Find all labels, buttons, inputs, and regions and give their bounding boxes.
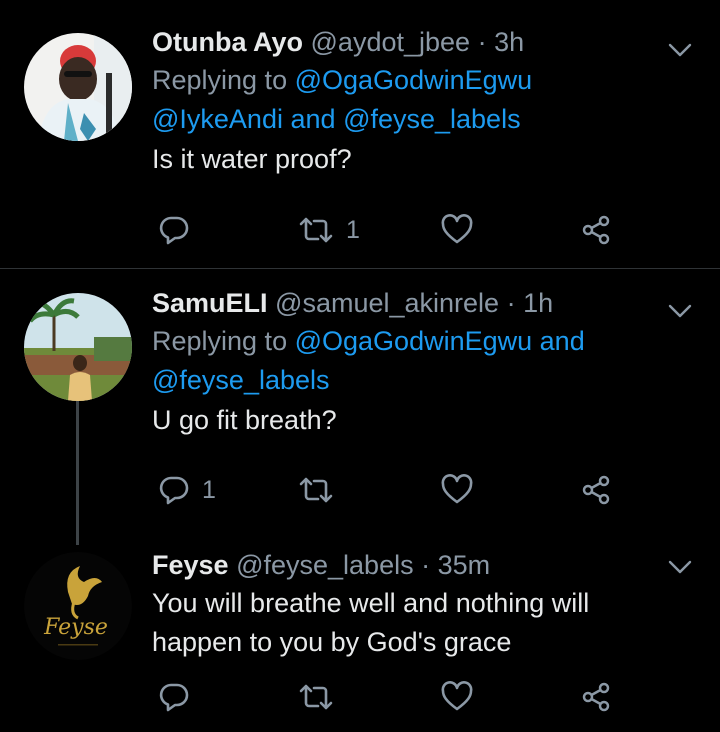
reply-count: 1 bbox=[202, 475, 216, 504]
heart-icon bbox=[441, 214, 473, 244]
reply-icon bbox=[159, 683, 189, 712]
chevron-down-icon[interactable] bbox=[666, 301, 694, 321]
replying-to: Replying to @OgaGodwinEgwu @IykeAndi and… bbox=[152, 61, 650, 139]
reply-icon bbox=[159, 476, 189, 505]
like-button[interactable] bbox=[440, 677, 486, 717]
reply-icon bbox=[159, 216, 189, 245]
mention-link[interactable]: @OgaGodwinEgwu bbox=[295, 65, 533, 95]
replying-to-label: Replying to bbox=[152, 326, 288, 356]
reply-button[interactable]: 1 bbox=[158, 470, 216, 510]
avatar-photo bbox=[24, 33, 132, 141]
retweet-count: 1 bbox=[346, 215, 360, 244]
chevron-down-icon[interactable] bbox=[666, 40, 694, 60]
user-handle[interactable]: @aydot_jbee bbox=[311, 27, 471, 57]
tweet-text-line: You will breathe well and nothing will bbox=[152, 588, 590, 618]
mention-and[interactable]: and bbox=[540, 326, 585, 356]
user-handle[interactable]: @samuel_akinrele bbox=[275, 288, 499, 318]
timestamp[interactable]: 1h bbox=[523, 288, 553, 318]
timestamp[interactable]: 35m bbox=[438, 550, 491, 580]
share-icon bbox=[582, 475, 610, 505]
replying-to-label: Replying to bbox=[152, 65, 288, 95]
tweet-text-line: happen to you by God's grace bbox=[152, 627, 512, 657]
tweet-header: Feyse @feyse_labels · 35m bbox=[152, 547, 650, 583]
separator-dot: · bbox=[477, 27, 487, 57]
chevron-down-icon[interactable] bbox=[666, 557, 694, 577]
mention-and[interactable]: and bbox=[290, 104, 335, 134]
heart-icon bbox=[441, 474, 473, 504]
retweet-button[interactable]: 1 bbox=[298, 210, 360, 250]
avatar-logo-text: Feyse bbox=[43, 615, 108, 640]
display-name[interactable]: SamuELI bbox=[152, 288, 268, 318]
mention-link[interactable]: @OgaGodwinEgwu bbox=[295, 326, 533, 356]
tweet-header: Otunba Ayo @aydot_jbee · 3h bbox=[152, 24, 650, 60]
share-button[interactable] bbox=[580, 210, 612, 250]
reply-button[interactable] bbox=[158, 210, 202, 250]
share-button[interactable] bbox=[580, 470, 612, 510]
share-button[interactable] bbox=[580, 677, 612, 717]
tweet-actions: 1 bbox=[152, 470, 622, 510]
retweet-icon bbox=[299, 217, 333, 243]
share-icon bbox=[582, 682, 610, 712]
feyse-logo-icon: Feyse bbox=[24, 552, 132, 660]
separator-dot: · bbox=[506, 288, 516, 318]
avatar[interactable] bbox=[24, 293, 132, 401]
mention-link[interactable]: @feyse_labels bbox=[152, 365, 330, 395]
share-icon bbox=[582, 215, 610, 245]
user-handle[interactable]: @feyse_labels bbox=[236, 550, 414, 580]
like-button[interactable] bbox=[440, 470, 486, 510]
tweet-samueli[interactable]: SamuELI @samuel_akinrele · 1h Replying t… bbox=[0, 269, 720, 545]
tweet-feyse[interactable]: Feyse Feyse @feyse_labels · 35m You will… bbox=[0, 545, 720, 732]
retweet-button[interactable] bbox=[298, 470, 346, 510]
avatar[interactable] bbox=[24, 33, 132, 141]
reply-button[interactable] bbox=[158, 677, 202, 717]
like-button[interactable] bbox=[440, 210, 486, 250]
tweet-text: U go fit breath? bbox=[152, 405, 337, 435]
retweet-icon bbox=[299, 684, 333, 710]
mention-link[interactable]: @feyse_labels bbox=[343, 104, 521, 134]
retweet-icon bbox=[299, 477, 333, 503]
thread-connector-line bbox=[76, 401, 79, 545]
retweet-button[interactable] bbox=[298, 677, 346, 717]
timestamp[interactable]: 3h bbox=[494, 27, 524, 57]
tweet-actions bbox=[152, 677, 622, 717]
display-name[interactable]: Otunba Ayo bbox=[152, 27, 303, 57]
tweet-otunba-ayo[interactable]: Otunba Ayo @aydot_jbee · 3h Replying to … bbox=[0, 0, 720, 268]
display-name[interactable]: Feyse bbox=[152, 550, 229, 580]
tweet-actions: 1 bbox=[152, 210, 622, 250]
mention-link[interactable]: @IykeAndi bbox=[152, 104, 283, 134]
heart-icon bbox=[441, 681, 473, 711]
tweet-text: Is it water proof? bbox=[152, 144, 352, 174]
separator-dot: · bbox=[421, 550, 431, 580]
tweet-text: You will breathe well and nothing will h… bbox=[152, 584, 650, 662]
tweet-header: SamuELI @samuel_akinrele · 1h bbox=[152, 285, 650, 321]
avatar-photo bbox=[24, 293, 132, 401]
avatar[interactable]: Feyse bbox=[24, 552, 132, 660]
replying-to: Replying to @OgaGodwinEgwu and @feyse_la… bbox=[152, 322, 650, 400]
